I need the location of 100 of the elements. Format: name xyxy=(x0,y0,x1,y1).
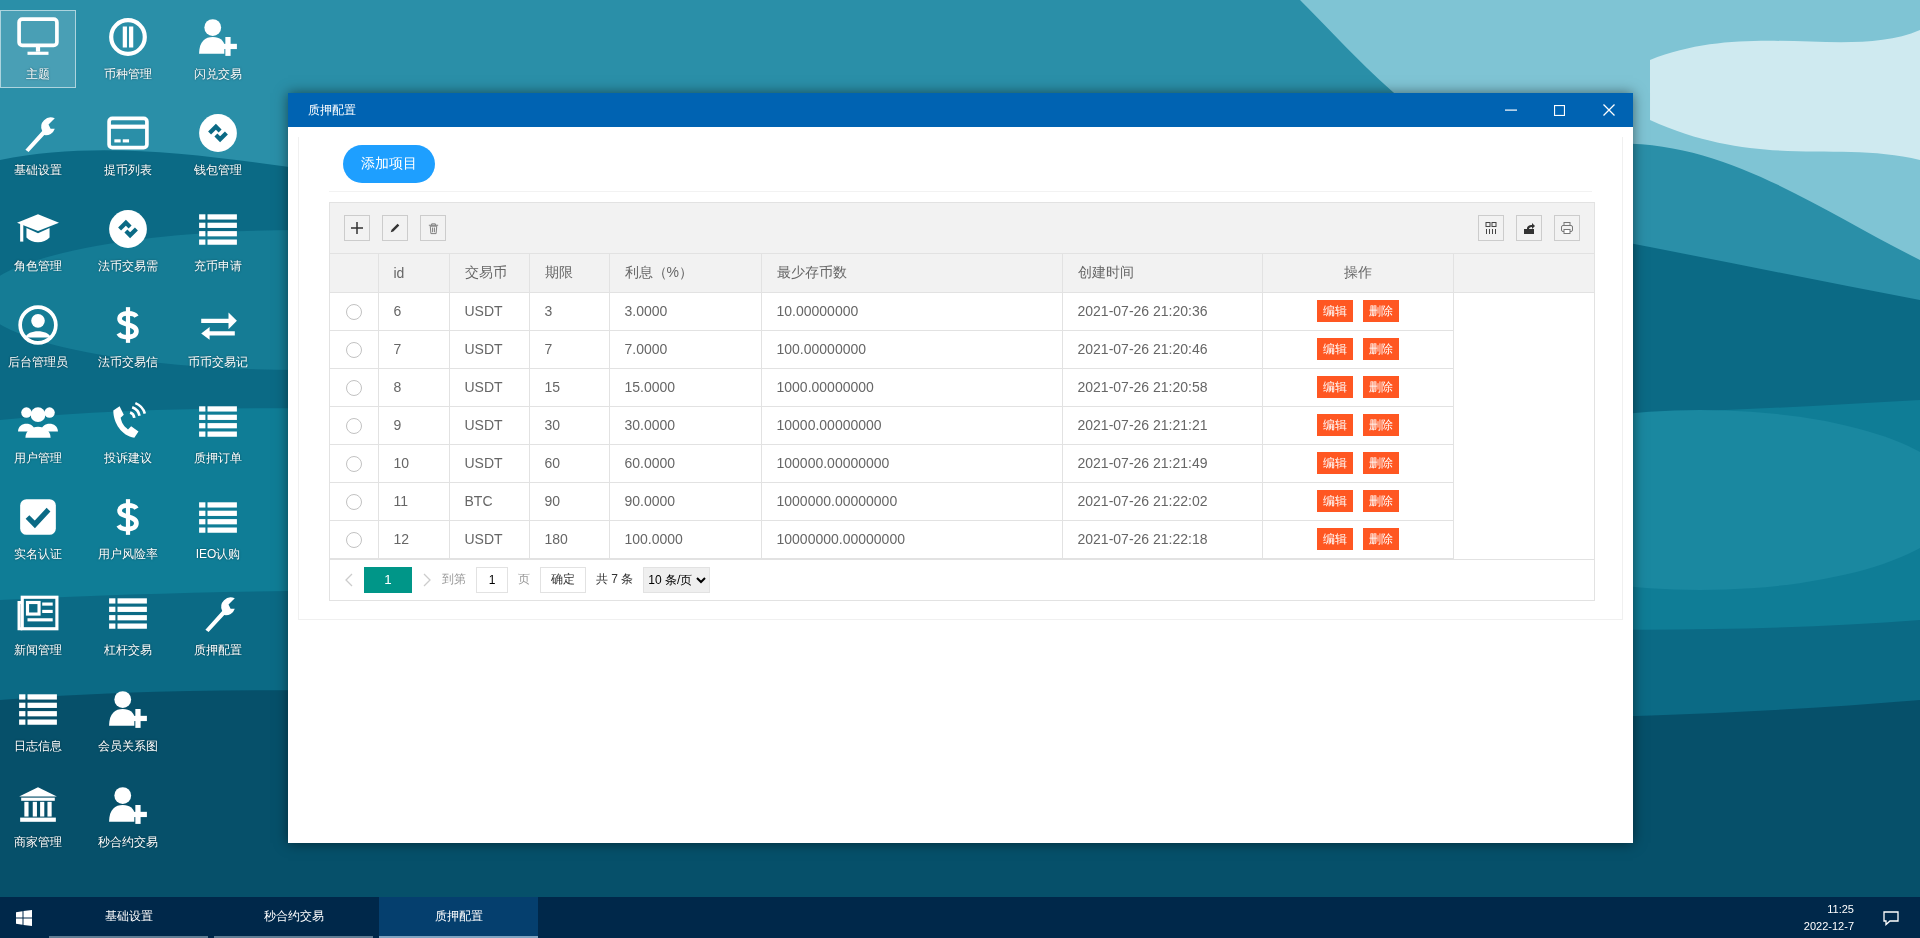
table-cell: 2021-07-26 21:20:58 xyxy=(1062,368,1262,406)
desktop-shortcut[interactable]: 会员关系图 xyxy=(90,682,166,760)
add-tool-button[interactable] xyxy=(344,215,370,241)
edit-button[interactable]: 编辑 xyxy=(1316,528,1353,550)
table-cell: 30.0000 xyxy=(609,406,761,444)
table-cell: 2021-07-26 21:20:46 xyxy=(1062,330,1262,368)
column-header: 操作 xyxy=(1262,254,1453,292)
columns-tool-button[interactable] xyxy=(1478,215,1504,241)
desktop-shortcut[interactable]: 投诉建议 xyxy=(90,394,166,472)
desktop-shortcut[interactable]: 基础设置 xyxy=(0,106,76,184)
coin-icon xyxy=(107,15,149,58)
desktop-shortcut[interactable]: 日志信息 xyxy=(0,682,76,760)
prev-page-icon[interactable] xyxy=(344,572,354,587)
table-cell: USDT xyxy=(449,292,529,330)
page-button[interactable]: 1 xyxy=(364,566,412,593)
user-circle-icon xyxy=(17,303,59,346)
table-cell: 12 xyxy=(378,520,449,558)
monitor-icon xyxy=(17,15,59,58)
delete-tool-button[interactable] xyxy=(420,215,446,241)
column-header: id xyxy=(378,254,449,292)
confirm-button[interactable]: 确定 xyxy=(540,566,586,593)
desktop-shortcut[interactable]: 币币交易记 xyxy=(180,298,256,376)
goto-label: 到第 xyxy=(442,571,466,588)
desktop-shortcut[interactable]: 钱包管理 xyxy=(180,106,256,184)
add-project-button[interactable]: 添加项目 xyxy=(343,145,435,183)
table-cell: 2021-07-26 21:21:49 xyxy=(1062,444,1262,482)
edit-tool-button[interactable] xyxy=(382,215,408,241)
desktop-shortcut[interactable]: 币种管理 xyxy=(90,10,166,88)
start-icon[interactable] xyxy=(16,909,32,926)
table-cell: 2021-07-26 21:22:18 xyxy=(1062,520,1262,558)
table-cell: 2021-07-26 21:21:21 xyxy=(1062,406,1262,444)
desktop-shortcut[interactable]: 主题 xyxy=(0,10,76,88)
total-count: 共 7 条 xyxy=(596,571,634,588)
table-cell: 7.0000 xyxy=(609,330,761,368)
table-cell: 10000.00000000 xyxy=(761,406,1062,444)
table-cell: BTC xyxy=(449,482,529,520)
edit-button[interactable]: 编辑 xyxy=(1316,376,1353,398)
desktop-shortcut[interactable]: 充币申请 xyxy=(180,202,256,280)
delete-button[interactable]: 删除 xyxy=(1362,376,1399,398)
desktop-shortcut[interactable]: IEO认购 xyxy=(180,490,256,568)
table-cell: 1000000.00000000 xyxy=(761,482,1062,520)
table-cell: 8 xyxy=(378,368,449,406)
edit-button[interactable]: 编辑 xyxy=(1316,490,1353,512)
desktop-shortcut[interactable]: 提币列表 xyxy=(90,106,166,184)
edit-button[interactable]: 编辑 xyxy=(1316,300,1353,322)
desktop-shortcut[interactable]: 新闻管理 xyxy=(0,586,76,664)
page-input[interactable]: 1 xyxy=(476,566,508,593)
desktop-shortcut[interactable]: 闪兑交易 xyxy=(180,10,256,88)
taskbar-item[interactable]: 秒合约交易 xyxy=(214,897,373,938)
table-cell: 9 xyxy=(378,406,449,444)
taskbar-item[interactable]: 质押配置 xyxy=(379,897,538,938)
delete-button[interactable]: 删除 xyxy=(1362,414,1399,436)
trash-icon xyxy=(426,221,440,235)
table-cell: USDT xyxy=(449,406,529,444)
desktop-shortcut[interactable]: 秒合约交易 xyxy=(90,778,166,856)
desktop-shortcut[interactable]: 商家管理 xyxy=(0,778,76,856)
column-header: 最少存币数 xyxy=(761,254,1062,292)
table-cell: 60 xyxy=(529,444,609,482)
desktop-shortcut[interactable]: 用户风险率 xyxy=(90,490,166,568)
desktop-shortcut[interactable]: 质押配置 xyxy=(180,586,256,664)
desktop-shortcut[interactable]: 杠杆交易 xyxy=(90,586,166,664)
edit-button[interactable]: 编辑 xyxy=(1316,414,1353,436)
desktop-shortcut[interactable]: 角色管理 xyxy=(0,202,76,280)
desktop-shortcut[interactable]: 实名认证 xyxy=(0,490,76,568)
table-cell: 60.0000 xyxy=(609,444,761,482)
desktop-shortcut[interactable]: 后台管理员 xyxy=(0,298,76,376)
export-tool-button[interactable] xyxy=(1516,215,1542,241)
edit-button[interactable]: 编辑 xyxy=(1316,338,1353,360)
table-cell: 90.0000 xyxy=(609,482,761,520)
table-cell: 7 xyxy=(529,330,609,368)
next-page-icon[interactable] xyxy=(422,572,432,587)
delete-button[interactable]: 删除 xyxy=(1362,300,1399,322)
export-icon xyxy=(1522,221,1536,235)
page-size-select[interactable]: 10 条/页 xyxy=(643,566,711,593)
delete-button[interactable]: 删除 xyxy=(1362,490,1399,512)
table-cell: 100000.00000000 xyxy=(761,444,1062,482)
desktop-shortcut[interactable]: 法币交易信 xyxy=(90,298,166,376)
pencil-icon xyxy=(389,222,401,234)
table-cell: USDT xyxy=(449,368,529,406)
table-cell: 15.0000 xyxy=(609,368,761,406)
delete-button[interactable]: 删除 xyxy=(1362,528,1399,550)
edit-button[interactable]: 编辑 xyxy=(1316,452,1353,474)
window-title: 质押配置 xyxy=(308,101,356,119)
print-tool-button[interactable] xyxy=(1554,215,1580,241)
table-cell: 10 xyxy=(378,444,449,482)
table-cell: USDT xyxy=(449,330,529,368)
desktop-shortcut[interactable]: 法币交易需 xyxy=(90,202,166,280)
desktop-shortcut[interactable]: 用户管理 xyxy=(0,394,76,472)
desktop-shortcut[interactable]: 质押订单 xyxy=(180,394,256,472)
delete-button[interactable]: 删除 xyxy=(1362,452,1399,474)
table-cell: 1000.00000000 xyxy=(761,368,1062,406)
taskbar-item[interactable]: 基础设置 xyxy=(49,897,208,938)
print-icon xyxy=(1560,221,1574,235)
table-cell: 7 xyxy=(378,330,449,368)
table-cell: 100.00000000 xyxy=(761,330,1062,368)
delete-button[interactable]: 删除 xyxy=(1362,338,1399,360)
table-cell: USDT xyxy=(449,444,529,482)
table-cell: 3.0000 xyxy=(609,292,761,330)
notification-icon[interactable] xyxy=(1882,908,1900,927)
page-unit-label: 页 xyxy=(518,571,530,588)
